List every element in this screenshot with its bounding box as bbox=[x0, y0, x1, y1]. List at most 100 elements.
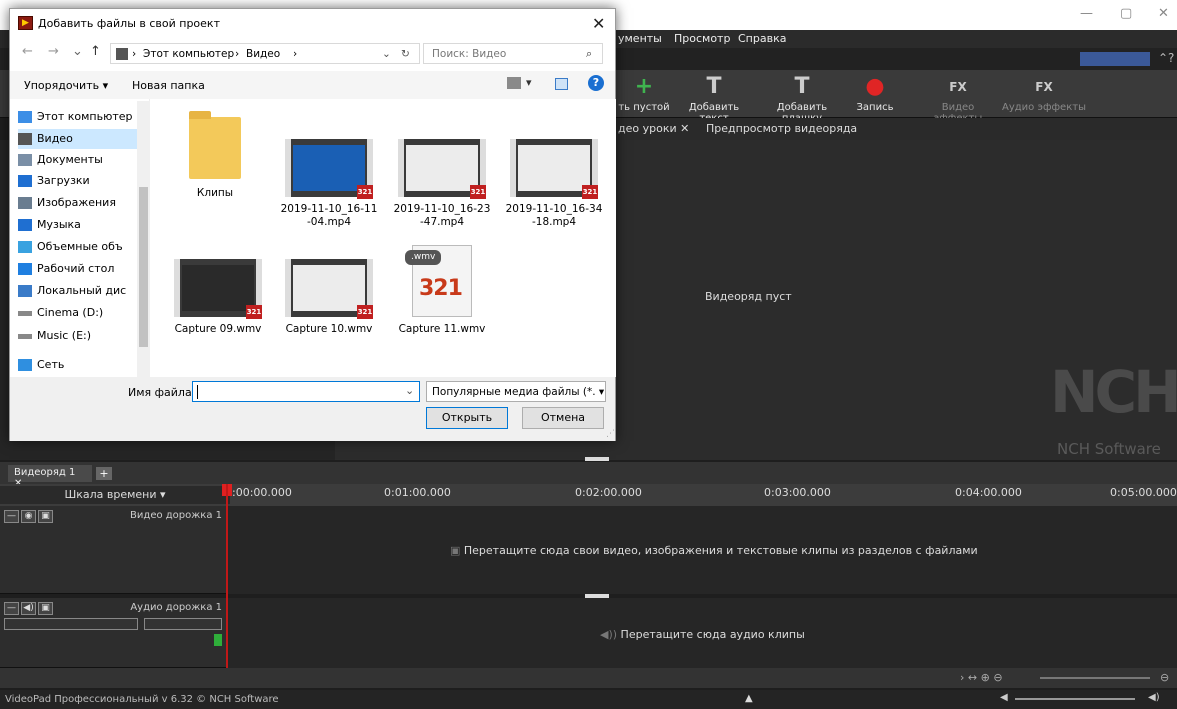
volume-up-icon[interactable]: ◀) bbox=[1148, 692, 1160, 703]
record-icon: ● bbox=[865, 74, 885, 99]
menu-item-help[interactable]: Справка bbox=[738, 32, 786, 45]
file-item-video[interactable]: 321 2019-11-10_16-34 -18.mp4 bbox=[500, 139, 608, 229]
organize-button[interactable]: Упорядочить ▾ bbox=[24, 79, 108, 92]
lock-icon[interactable]: ▣ bbox=[38, 602, 53, 615]
audio-fx-icon: FX bbox=[1035, 80, 1053, 94]
breadcrumb-item-computer[interactable]: Этот компьютер bbox=[143, 48, 234, 60]
nav-item-downloads[interactable]: Загрузки bbox=[18, 171, 146, 191]
tab-sequence-preview[interactable]: Предпросмотр видеоряда bbox=[706, 122, 857, 135]
network-icon bbox=[18, 359, 32, 371]
resize-grip-icon[interactable]: ⋰ bbox=[606, 429, 615, 439]
nav-label: Музыка bbox=[37, 218, 81, 231]
up-arrow-icon[interactable]: ↑ bbox=[90, 44, 101, 59]
lock-icon[interactable]: ▣ bbox=[38, 510, 53, 523]
collapse-icon[interactable]: — bbox=[4, 602, 19, 615]
zoom-out-icon[interactable]: ⊖ bbox=[1160, 671, 1169, 684]
file-item-video[interactable]: 321 2019-11-10_16-23 -47.mp4 bbox=[388, 139, 496, 229]
add-sequence-button[interactable]: + bbox=[96, 467, 112, 480]
social-icons[interactable] bbox=[1080, 52, 1150, 66]
filename-input[interactable]: ⌄ bbox=[192, 381, 420, 402]
nav-item-3d-objects[interactable]: Объемные объ bbox=[18, 237, 146, 257]
minimize-icon[interactable]: — bbox=[1080, 6, 1093, 21]
record-button[interactable]: ● Запись bbox=[850, 70, 900, 118]
nav-scroll-thumb[interactable] bbox=[139, 187, 148, 347]
tab-sequence-1[interactable]: Видеоряд 1 ✕ bbox=[8, 465, 92, 489]
help-icon[interactable]: ? bbox=[588, 75, 604, 91]
zoom-controls[interactable]: › ↔ ⊕ ⊖ bbox=[960, 671, 1003, 684]
zoom-slider[interactable] bbox=[1040, 677, 1150, 679]
nav-label: Объемные объ bbox=[37, 240, 123, 253]
chevron-down-icon[interactable]: ⌄ bbox=[405, 384, 414, 397]
file-item-video[interactable]: 321 Capture 10.wmv bbox=[275, 259, 383, 336]
maximize-icon[interactable]: ▢ bbox=[1120, 6, 1132, 21]
preview-pane-icon[interactable] bbox=[555, 78, 568, 90]
timeline-scrollbar[interactable]: › ↔ ⊕ ⊖ ⊖ bbox=[0, 668, 1177, 688]
timeline-scale-label[interactable]: Шкала времени ▾ bbox=[0, 486, 230, 504]
menu-item-tools[interactable]: ументы bbox=[618, 32, 662, 45]
refresh-icon[interactable]: ↻ bbox=[401, 48, 410, 60]
file-name: 2019-11-10_16-23 -47.mp4 bbox=[393, 203, 491, 228]
nav-item-network[interactable]: Сеть bbox=[18, 355, 146, 375]
speaker-icon: ◀)) bbox=[600, 628, 621, 641]
cancel-button[interactable]: Отмена bbox=[522, 407, 604, 429]
nav-item-music[interactable]: Музыка bbox=[18, 215, 146, 235]
help-icon[interactable]: ⌃? bbox=[1158, 51, 1174, 65]
nav-item-this-pc[interactable]: Этот компьютер bbox=[18, 107, 146, 127]
nav-item-pictures[interactable]: Изображения bbox=[18, 193, 146, 213]
collapse-icon[interactable]: — bbox=[4, 510, 19, 523]
nav-item-local-disk[interactable]: Локальный дис bbox=[18, 281, 146, 301]
chevron-down-icon[interactable]: ⌄ bbox=[72, 44, 83, 59]
music-icon bbox=[18, 219, 32, 231]
back-arrow-icon[interactable]: ← bbox=[22, 44, 33, 59]
search-input[interactable]: Поиск: Видео ⌕ bbox=[423, 43, 603, 64]
forward-arrow-icon[interactable]: → bbox=[48, 44, 59, 59]
playhead[interactable] bbox=[226, 484, 228, 668]
volume-down-icon[interactable]: ◀ bbox=[1000, 692, 1008, 703]
file-item-video[interactable]: 321 Capture 09.wmv bbox=[164, 259, 272, 336]
add-title-button[interactable]: TДобавить плашку bbox=[758, 70, 846, 124]
videopad-badge-icon: 321 bbox=[357, 185, 373, 199]
file-item-folder[interactable]: Клипы bbox=[161, 109, 269, 200]
splitter-handle[interactable] bbox=[585, 457, 609, 461]
videopad-icon: ▶ bbox=[18, 16, 33, 30]
ribbon-label: Запись bbox=[856, 102, 894, 113]
nav-item-desktop[interactable]: Рабочий стол bbox=[18, 259, 146, 279]
nav-label: Изображения bbox=[37, 196, 116, 209]
pan-slider[interactable] bbox=[144, 618, 222, 630]
breadcrumb-item-videos[interactable]: Видео bbox=[246, 48, 280, 60]
video-folder-icon bbox=[18, 133, 32, 145]
navigation-pane: Этот компьютер Видео Документы Загрузки … bbox=[10, 99, 150, 377]
nav-item-cinema-drive[interactable]: Cinema (D:) bbox=[18, 303, 146, 323]
video-fx-button[interactable]: FXВидео эффекты bbox=[916, 70, 1000, 124]
ribbon-label: Аудио эффекты bbox=[1002, 102, 1086, 113]
open-button[interactable]: Открыть bbox=[426, 407, 508, 429]
file-type-select[interactable]: Популярные медиа файлы (*. ▾ bbox=[426, 381, 606, 402]
drive-icon bbox=[18, 333, 32, 339]
view-icon[interactable] bbox=[507, 77, 521, 89]
close-icon[interactable]: ✕ bbox=[1158, 6, 1169, 21]
new-folder-button[interactable]: Новая папка bbox=[132, 79, 205, 92]
breadcrumb[interactable]: › Этот компьютер › Видео › ⌄ ↻ bbox=[110, 43, 420, 64]
volume-slider[interactable] bbox=[4, 618, 138, 630]
drive-icon bbox=[18, 285, 32, 297]
add-text-button[interactable]: TДобавить текст bbox=[674, 70, 754, 124]
tab-video-lessons[interactable]: део уроки ✕ bbox=[618, 122, 689, 135]
audio-fx-button[interactable]: FX Аудио эффекты bbox=[1002, 70, 1086, 118]
eye-icon[interactable]: ◉ bbox=[21, 510, 36, 523]
menu-item-view[interactable]: Просмотр bbox=[674, 32, 730, 45]
file-item-wmv[interactable]: .wmv 321 Capture 11.wmv bbox=[388, 245, 496, 336]
file-item-video[interactable]: 321 2019-11-10_16-11 -04.mp4 bbox=[275, 139, 383, 229]
speaker-icon[interactable]: ◀) bbox=[21, 602, 36, 615]
add-blank-button[interactable]: + ть пустой bbox=[616, 70, 672, 118]
nav-item-music-drive[interactable]: Music (E:) bbox=[18, 326, 146, 346]
nav-item-documents[interactable]: Документы bbox=[18, 150, 146, 170]
timeline-tick: 0:02:00.000 bbox=[575, 486, 642, 499]
chevron-down-icon[interactable]: ▾ bbox=[526, 76, 532, 89]
close-icon[interactable]: ✕ bbox=[592, 14, 605, 33]
dialog-title: Добавить файлы в свой проект bbox=[38, 17, 220, 30]
nav-item-videos[interactable]: Видео bbox=[18, 129, 146, 149]
play-up-icon[interactable]: ▲ bbox=[745, 693, 753, 704]
master-volume-slider[interactable] bbox=[1015, 698, 1135, 700]
chevron-down-icon[interactable]: ⌄ bbox=[382, 48, 391, 60]
pictures-icon bbox=[18, 197, 32, 209]
